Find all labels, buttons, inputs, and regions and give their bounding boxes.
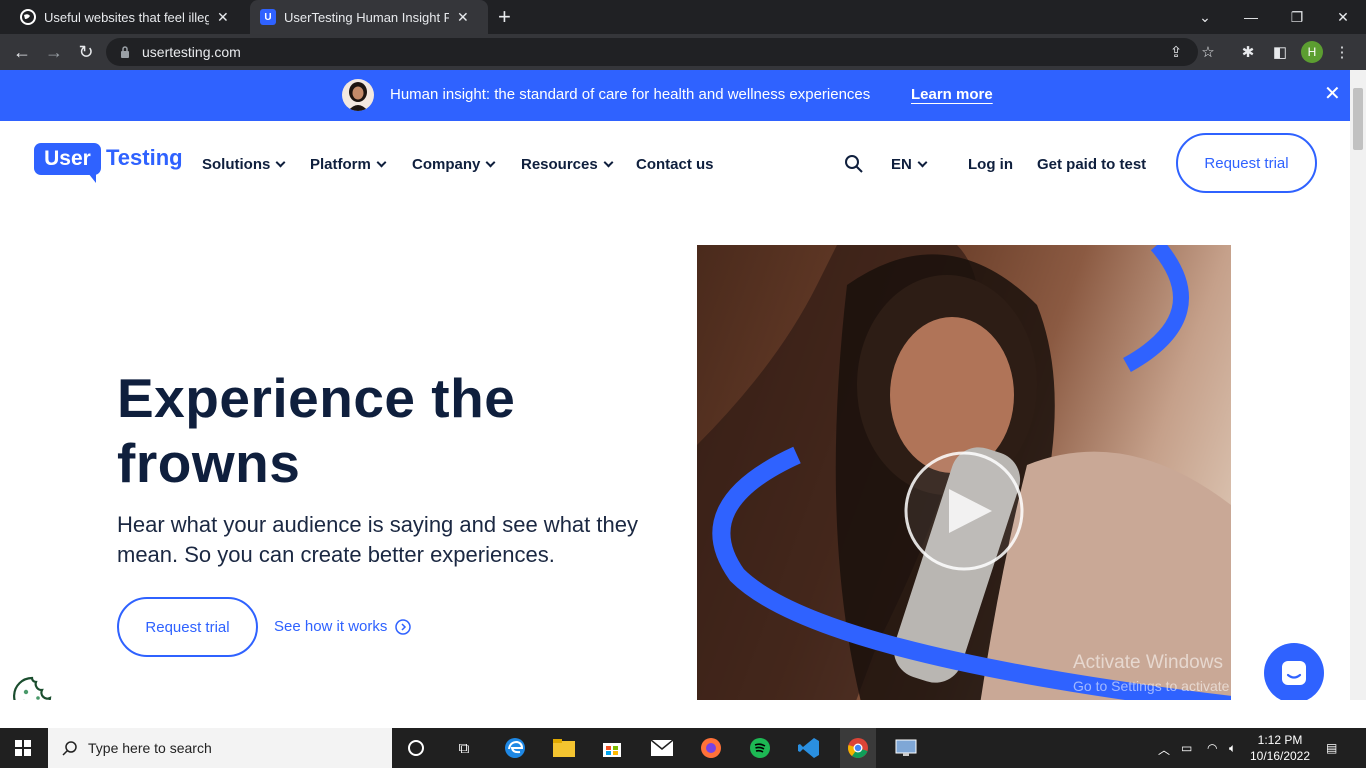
logo-text: Testing bbox=[106, 145, 183, 170]
battery-icon[interactable]: ▭ bbox=[1181, 741, 1192, 755]
watermark-line1: Activate Windows bbox=[1073, 652, 1223, 673]
file-explorer-icon[interactable] bbox=[552, 736, 576, 760]
mail-icon[interactable] bbox=[650, 736, 674, 760]
restore-icon[interactable]: ❐ bbox=[1274, 0, 1320, 34]
nav-label: Platform bbox=[310, 156, 371, 173]
play-icon[interactable] bbox=[904, 451, 1024, 571]
hero-title: Experience the frowns bbox=[117, 367, 516, 494]
chevron-down-icon bbox=[485, 157, 496, 168]
forward-icon[interactable]: → bbox=[42, 40, 66, 64]
address-bar[interactable]: usertesting.com bbox=[106, 38, 1198, 66]
minimize-icon[interactable]: — bbox=[1228, 0, 1274, 34]
page-scrollbar[interactable] bbox=[1350, 70, 1366, 700]
watermark-line2: Go to Settings to activate Windows. bbox=[1073, 678, 1294, 694]
url-text: usertesting.com bbox=[142, 44, 241, 60]
profile-avatar[interactable]: H bbox=[1301, 41, 1323, 63]
spotify-icon[interactable] bbox=[748, 736, 772, 760]
chevron-down-icon bbox=[275, 157, 286, 168]
reload-icon[interactable]: ↻ bbox=[74, 40, 98, 64]
star-icon[interactable]: ☆ bbox=[1198, 42, 1218, 62]
close-icon[interactable]: ✕ bbox=[457, 9, 469, 26]
taskbar-search-box[interactable]: Type here to search bbox=[48, 728, 392, 768]
tab-title: Useful websites that feel illegal to bbox=[44, 9, 209, 25]
browser-tab[interactable]: Useful websites that feel illegal to ✕ bbox=[10, 0, 248, 34]
nav-label: Solutions bbox=[202, 156, 271, 173]
see-how-label: See how it works bbox=[274, 618, 388, 635]
search-icon[interactable] bbox=[844, 154, 864, 174]
hero-video-thumbnail[interactable] bbox=[697, 245, 1231, 700]
web-page: Human insight: the standard of care for … bbox=[0, 70, 1350, 700]
nav-label: Resources bbox=[521, 156, 598, 173]
browser-toolbar: ← → ↻ usertesting.com ⇪ ☆ ✱ ◧ H ⋮ bbox=[0, 34, 1366, 70]
wifi-icon[interactable]: ◠ bbox=[1207, 741, 1217, 755]
nav-contact[interactable]: Contact us bbox=[636, 156, 714, 173]
see-how-it-works-link[interactable]: See how it works bbox=[274, 618, 412, 635]
new-tab-button[interactable]: + bbox=[498, 4, 511, 30]
learn-more-link[interactable]: Learn more bbox=[911, 86, 993, 103]
edge-icon[interactable] bbox=[503, 736, 527, 760]
logo-tail bbox=[88, 173, 96, 183]
volume-icon[interactable]: 🔈︎ bbox=[1229, 741, 1236, 756]
search-placeholder: Type here to search bbox=[88, 740, 212, 756]
task-view-icon[interactable]: ⧉ bbox=[452, 736, 476, 760]
windows-taskbar: Type here to search ⧉ ︿ ▭ ◠ 🔈︎ 1:12 PM 1… bbox=[0, 728, 1366, 768]
site-nav: User Testing Solutions Platform Company … bbox=[0, 121, 1350, 211]
store-icon[interactable] bbox=[600, 736, 624, 760]
clock-time: 1:12 PM bbox=[1257, 733, 1303, 747]
share-icon[interactable]: ⇪ bbox=[1166, 42, 1186, 62]
login-link[interactable]: Log in bbox=[968, 156, 1013, 173]
chevron-down-icon bbox=[917, 157, 928, 168]
usertesting-logo[interactable]: User Testing bbox=[34, 143, 194, 185]
windows-activation-watermark: Activate Windows Go to Settings to activ… bbox=[1073, 652, 1294, 694]
chevron-down-icon bbox=[376, 157, 387, 168]
search-icon bbox=[62, 741, 77, 756]
nav-solutions[interactable]: Solutions bbox=[202, 156, 286, 173]
firefox-icon[interactable] bbox=[699, 736, 723, 760]
promo-banner: Human insight: the standard of care for … bbox=[0, 70, 1350, 121]
chevron-down-icon bbox=[603, 157, 614, 168]
language-label: EN bbox=[891, 156, 912, 173]
windows-start-icon[interactable] bbox=[15, 740, 31, 756]
banner-text: Human insight: the standard of care for … bbox=[390, 86, 871, 103]
back-icon[interactable]: ← bbox=[10, 40, 34, 64]
notifications-icon[interactable]: ▤ bbox=[1326, 741, 1337, 755]
browser-tab-active[interactable]: U UserTesting Human Insight Platfo ✕ bbox=[250, 0, 488, 34]
usertesting-favicon-icon: U bbox=[260, 9, 276, 25]
remote-desktop-icon[interactable] bbox=[894, 736, 918, 760]
side-panel-icon[interactable]: ◧ bbox=[1270, 42, 1290, 62]
close-window-icon[interactable]: ✕ bbox=[1320, 0, 1366, 34]
chrome-icon[interactable] bbox=[840, 728, 876, 768]
scrollbar-thumb[interactable] bbox=[1353, 88, 1363, 150]
nav-platform[interactable]: Platform bbox=[310, 156, 387, 173]
cookie-icon[interactable] bbox=[12, 676, 52, 700]
hero-subtitle: Hear what your audience is saying and se… bbox=[117, 512, 638, 567]
close-icon[interactable]: ✕ bbox=[217, 9, 229, 26]
nav-company[interactable]: Company bbox=[412, 156, 496, 173]
hero-request-trial-button[interactable]: Request trial bbox=[117, 597, 258, 657]
nav-label: Contact us bbox=[636, 156, 714, 173]
chat-launcher-button[interactable] bbox=[1264, 643, 1324, 700]
get-paid-link[interactable]: Get paid to test bbox=[1037, 156, 1146, 173]
show-hidden-icons-icon[interactable]: ︿ bbox=[1158, 741, 1170, 758]
browser-tab-strip: Useful websites that feel illegal to ✕ U… bbox=[0, 0, 1366, 34]
nav-resources[interactable]: Resources bbox=[521, 156, 614, 173]
vscode-icon[interactable] bbox=[797, 736, 821, 760]
cortana-icon[interactable] bbox=[404, 736, 428, 760]
clock-date: 10/16/2022 bbox=[1249, 749, 1311, 763]
arrow-circle-icon bbox=[395, 618, 412, 635]
language-select[interactable]: EN bbox=[891, 156, 928, 173]
logo-box: User bbox=[34, 143, 101, 175]
close-icon[interactable]: ✕ bbox=[1324, 84, 1341, 104]
menu-icon[interactable]: ⋮ bbox=[1332, 42, 1352, 62]
tab-search-chevron-icon[interactable]: ⌄ bbox=[1182, 0, 1228, 34]
system-clock[interactable]: 1:12 PM 10/16/2022 bbox=[1244, 732, 1316, 764]
nav-label: Company bbox=[412, 156, 481, 173]
globe-icon bbox=[20, 9, 36, 25]
tab-title: UserTesting Human Insight Platfo bbox=[284, 9, 449, 25]
extensions-icon[interactable]: ✱ bbox=[1238, 42, 1258, 62]
avatar bbox=[342, 79, 374, 111]
request-trial-button[interactable]: Request trial bbox=[1176, 133, 1317, 193]
chat-icon bbox=[1282, 661, 1306, 685]
lock-icon bbox=[121, 46, 129, 58]
